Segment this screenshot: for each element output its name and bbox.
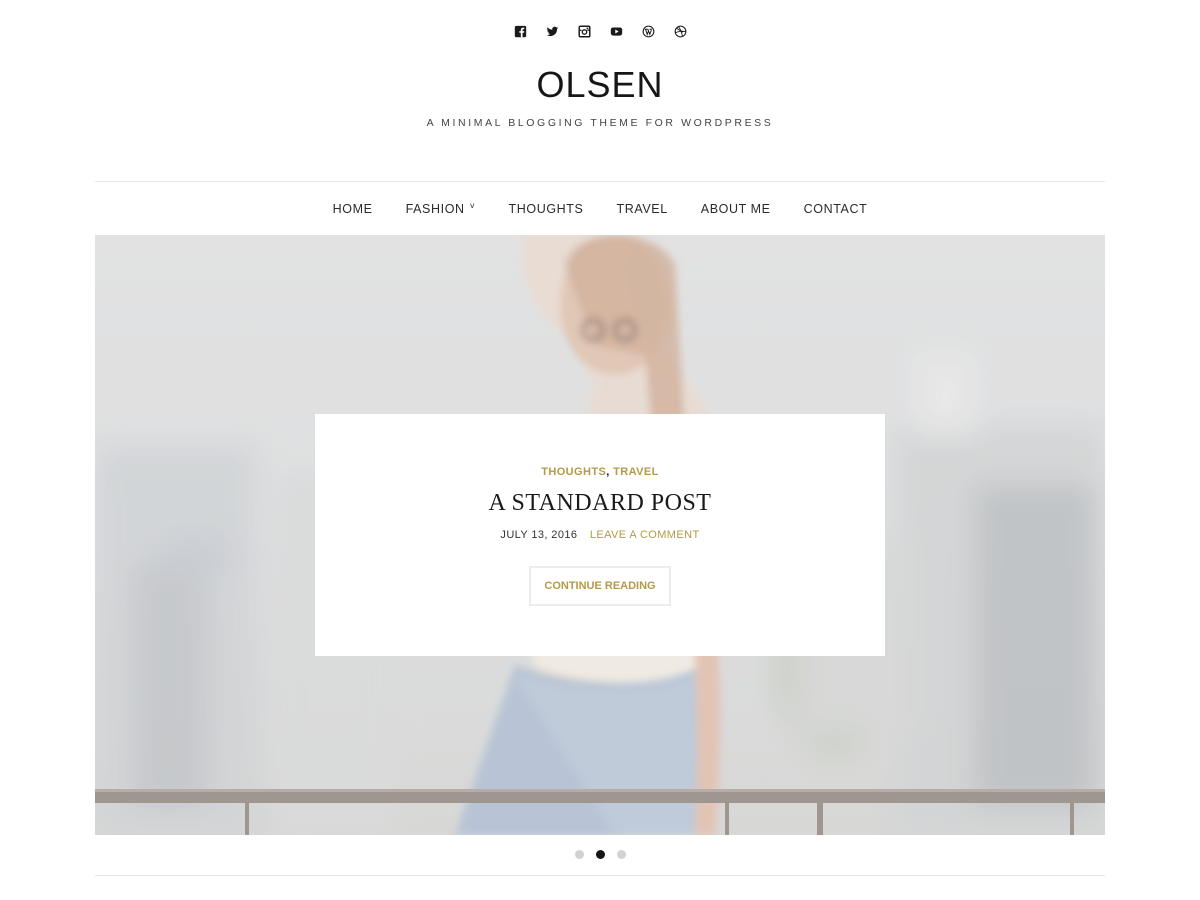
nav-item-label: ABOUT ME — [700, 201, 771, 216]
slider-dot[interactable] — [616, 850, 626, 859]
nav-item-fashion[interactable]: FASHION ˅ — [405, 200, 476, 216]
post-meta: JULY 13, 2016 LEAVE A COMMENT — [315, 529, 885, 541]
nav-item-label: THOUGHTS — [508, 201, 584, 216]
featured-slider: THOUGHTS, TRAVEL A STANDARD POST JULY 13… — [95, 235, 1105, 835]
nav-item-contact[interactable]: CONTACT — [804, 202, 868, 216]
slider-pagination — [0, 850, 1200, 859]
continue-reading-button[interactable]: CONTINUE READING — [529, 566, 671, 606]
instagram-icon[interactable] — [577, 24, 591, 38]
site-tagline: A MINIMAL BLOGGING THEME FOR WORDPRESS — [426, 117, 774, 129]
facebook-icon[interactable] — [513, 24, 527, 38]
wordpress-icon[interactable] — [641, 24, 655, 38]
nav-item-home[interactable]: HOME — [333, 202, 373, 216]
dribbble-icon[interactable] — [673, 24, 687, 38]
social-links — [0, 24, 1200, 38]
nav-item-label: FASHION — [405, 201, 465, 216]
twitter-icon[interactable] — [545, 24, 559, 38]
leave-comment-link[interactable]: LEAVE A COMMENT — [590, 529, 700, 541]
post-date: JULY 13, 2016 — [500, 529, 578, 541]
post-title[interactable]: A STANDARD POST — [315, 490, 885, 517]
nav-item-label: CONTACT — [803, 201, 868, 216]
nav-item-label: HOME — [332, 201, 373, 216]
main-navigation: HOME FASHION ˅ THOUGHTS TRAVEL ABOUT ME C… — [95, 181, 1105, 235]
slide-card: THOUGHTS, TRAVEL A STANDARD POST JULY 13… — [315, 414, 885, 656]
youtube-icon[interactable] — [609, 24, 623, 38]
slider-dot[interactable] — [574, 850, 584, 859]
divider — [95, 875, 1105, 876]
nav-item-thoughts[interactable]: THOUGHTS — [509, 202, 584, 216]
category-separator: , — [606, 466, 610, 478]
category-link-travel[interactable]: TRAVEL — [613, 466, 659, 478]
nav-item-travel[interactable]: TRAVEL — [616, 202, 667, 216]
post-categories: THOUGHTS, TRAVEL — [315, 466, 885, 478]
site-title[interactable]: OLSEN — [0, 64, 1200, 106]
nav-item-about-me[interactable]: ABOUT ME — [701, 202, 771, 216]
slider-dot-active[interactable] — [595, 850, 605, 859]
chevron-down-icon: ˅ — [469, 200, 476, 211]
nav-item-label: TRAVEL — [616, 201, 668, 216]
category-link-thoughts[interactable]: THOUGHTS — [541, 466, 606, 478]
